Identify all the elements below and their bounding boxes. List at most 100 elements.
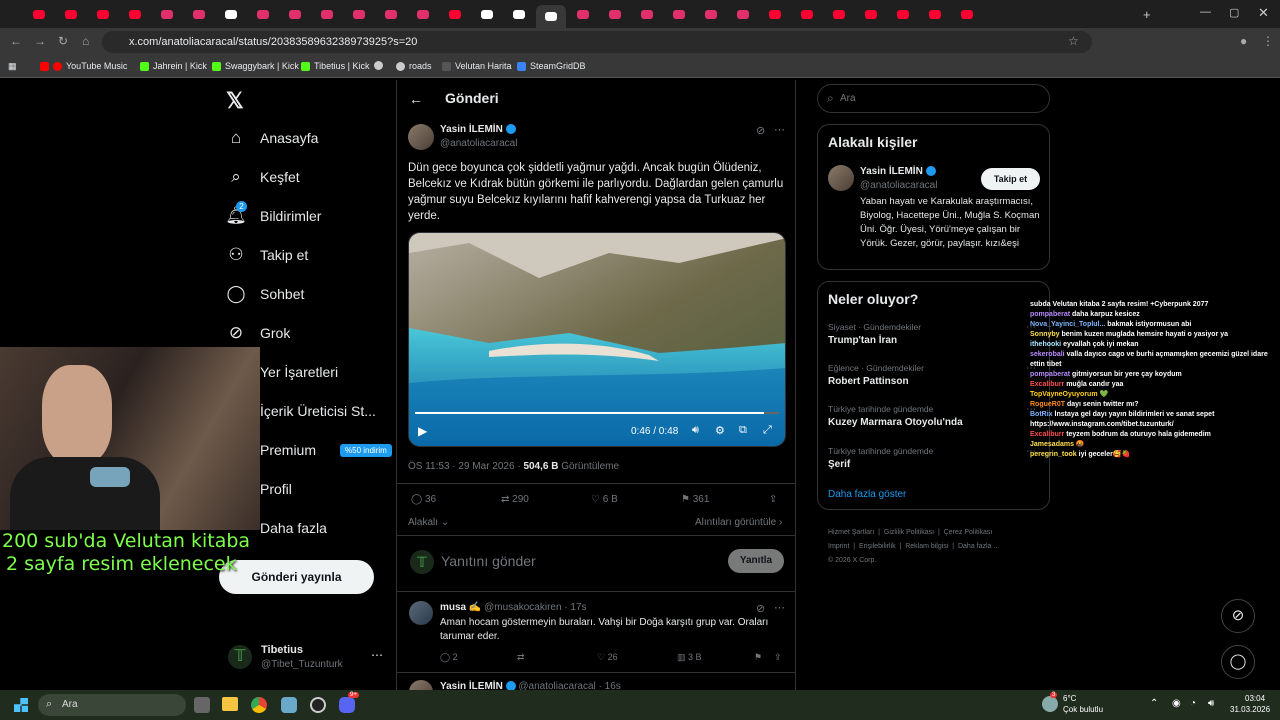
reply-button[interactable]: Yanıtla [728,549,784,573]
browser-tab[interactable] [952,5,982,23]
browser-tab[interactable] [120,5,150,23]
relevant-name-line[interactable]: Yasin İLEMİN [860,166,936,177]
footer-terms[interactable]: Hizmet Şartları [828,529,874,536]
browser-tab[interactable] [376,5,406,23]
nav-grok[interactable]: ⊘ Grok [226,323,290,343]
x-logo-icon[interactable]: 𝕏 [226,88,244,114]
footer-more[interactable]: Daha fazla ... [958,543,999,550]
browser-tab[interactable] [152,5,182,23]
discord-icon[interactable]: 9+ [339,692,359,713]
maximize-icon[interactable]: ▢ [1229,6,1239,19]
browser-tab[interactable] [88,5,118,23]
task-view-icon[interactable] [194,697,210,713]
reply2-author-line[interactable]: Yasin İLEMİN @anatoliacaracal · 16s [440,681,621,690]
settings-icon[interactable]: ⚙ [715,424,725,437]
bookmark-star-icon[interactable]: ☆ [1068,34,1079,48]
bookmark-globe[interactable] [374,61,383,70]
nav-explore[interactable]: ⌕ Keşfet [226,167,299,187]
like-action[interactable]: ♡ 6 B [591,494,618,505]
back-icon[interactable]: ← [10,34,22,48]
play-icon[interactable]: ▶ [418,424,427,438]
home-icon[interactable]: ⌂ [82,34,89,48]
trend-item[interactable]: Siyaset · Gündemdekiler Trump'tan İran ⋯ [818,320,1049,360]
bookmark-action[interactable]: ⚑ 361 [681,494,709,505]
browser-tab[interactable] [792,5,822,23]
browser-tab[interactable] [760,5,790,23]
wifi-icon[interactable]: ◔ [1190,698,1196,709]
grok-explain-icon[interactable]: ⊘ [756,602,765,615]
follow-button[interactable]: Takip et [981,168,1040,190]
chrome-icon[interactable] [251,697,267,713]
browser-tab[interactable] [504,5,534,23]
browser-tab[interactable] [536,5,566,28]
browser-tab[interactable] [824,5,854,23]
relevant-avatar[interactable] [828,165,854,191]
browser-tab[interactable] [248,5,278,23]
view-quotes-link[interactable]: Alıntıları görüntüle › [695,517,782,528]
obs-icon[interactable] [310,697,326,713]
reply-repost-action[interactable]: ⇄ [517,652,525,663]
browser-tab[interactable] [440,5,470,23]
browser-tab[interactable] [664,5,694,23]
fullscreen-icon[interactable]: ⤢ [763,424,772,437]
browser-tab[interactable] [632,5,662,23]
browser-tab[interactable] [856,5,886,23]
browser-tab[interactable] [56,5,86,23]
share-icon[interactable]: ⇪ [769,494,777,505]
bookmark-tibetius[interactable]: Tibetius | Kick [301,61,370,71]
footer-imprint[interactable]: Imprint [828,543,849,550]
trend-item[interactable]: Türkiye tarihinde gündemde Kuzey Marmara… [818,402,1049,442]
reply2-avatar[interactable] [409,680,433,690]
browser-tab[interactable] [472,5,502,23]
nav-follow[interactable]: ⚇ Takip et [226,245,308,265]
bookmark-youtube-music[interactable]: YouTube Music [40,61,127,71]
messages-fab-icon[interactable]: ◯ [1221,645,1255,679]
reply-author-line[interactable]: musa ✍ @musakocakiren · 17s [440,602,587,613]
tweet-more-icon[interactable]: ⋯ [774,123,785,136]
video-progress-track[interactable] [415,412,779,414]
repost-action[interactable]: ⇄ 290 [501,494,529,505]
bookmark-steamgriddb[interactable]: SteamGridDB [517,61,586,71]
browser-tab[interactable] [408,5,438,23]
bookmark-velutan-harita[interactable]: Velutan Harita [442,61,512,71]
volume-icon[interactable]: 🔊︎ [1208,698,1214,709]
footer-cookies[interactable]: Çerez Politikası [944,529,993,536]
menu-icon[interactable]: ⋮ [1262,34,1274,48]
reply-share-icon[interactable]: ⇪ [774,652,782,663]
minimize-icon[interactable]: — [1200,6,1211,18]
profile-icon[interactable]: ● [1240,34,1247,48]
reply-replies-action[interactable]: ◯ 2 [440,652,458,663]
browser-tab[interactable] [24,5,54,23]
apps-icon[interactable]: ▦ [8,61,17,72]
browser-tab[interactable] [184,5,214,23]
browser-tab[interactable] [344,5,374,23]
search-box[interactable]: ⌕ Ara [817,84,1050,113]
trend-item[interactable]: Türkiye tarihinde gündemde Şerif ⋯ [818,444,1049,484]
reply-author-avatar[interactable] [409,601,433,625]
forward-icon[interactable]: → [34,34,46,48]
reply-views-action[interactable]: ▥ 3 B [677,652,702,663]
grok-explain-icon[interactable]: ⊘ [756,124,765,137]
reply-more-icon[interactable]: ⋯ [774,601,785,614]
weather-icon[interactable]: 3 [1042,692,1058,712]
new-tab-icon[interactable]: + [1143,7,1151,22]
browser-tab[interactable] [568,5,598,23]
account-avatar[interactable]: 𝕋 [228,645,252,669]
show-more-link[interactable]: Daha fazla göster [828,489,906,500]
browser-tab[interactable] [728,5,758,23]
footer-accessibility[interactable]: Erişilebilirlik [859,543,896,550]
reply-like-action[interactable]: ♡ 26 [597,652,618,663]
pip-icon[interactable]: ⧉ [739,424,747,437]
browser-tab[interactable] [280,5,310,23]
author-line[interactable]: Yasin İLEMİN [440,124,516,135]
tray-chevron-icon[interactable]: ⌃ [1150,698,1158,709]
browser-tab[interactable] [600,5,630,23]
reply-input[interactable]: Yanıtını gönder [441,553,536,569]
browser-tab[interactable] [216,5,246,23]
network-icon[interactable]: ◉ [1172,698,1181,709]
volume-icon[interactable]: 🔊︎ [692,424,699,437]
bookmark-roads[interactable]: roads [396,61,432,71]
footer-ads[interactable]: Reklam bilgisi [905,543,948,550]
bookmark-jahrein[interactable]: Jahrein | Kick [140,61,207,71]
reply-bookmark-icon[interactable]: ⚑ [754,652,762,663]
